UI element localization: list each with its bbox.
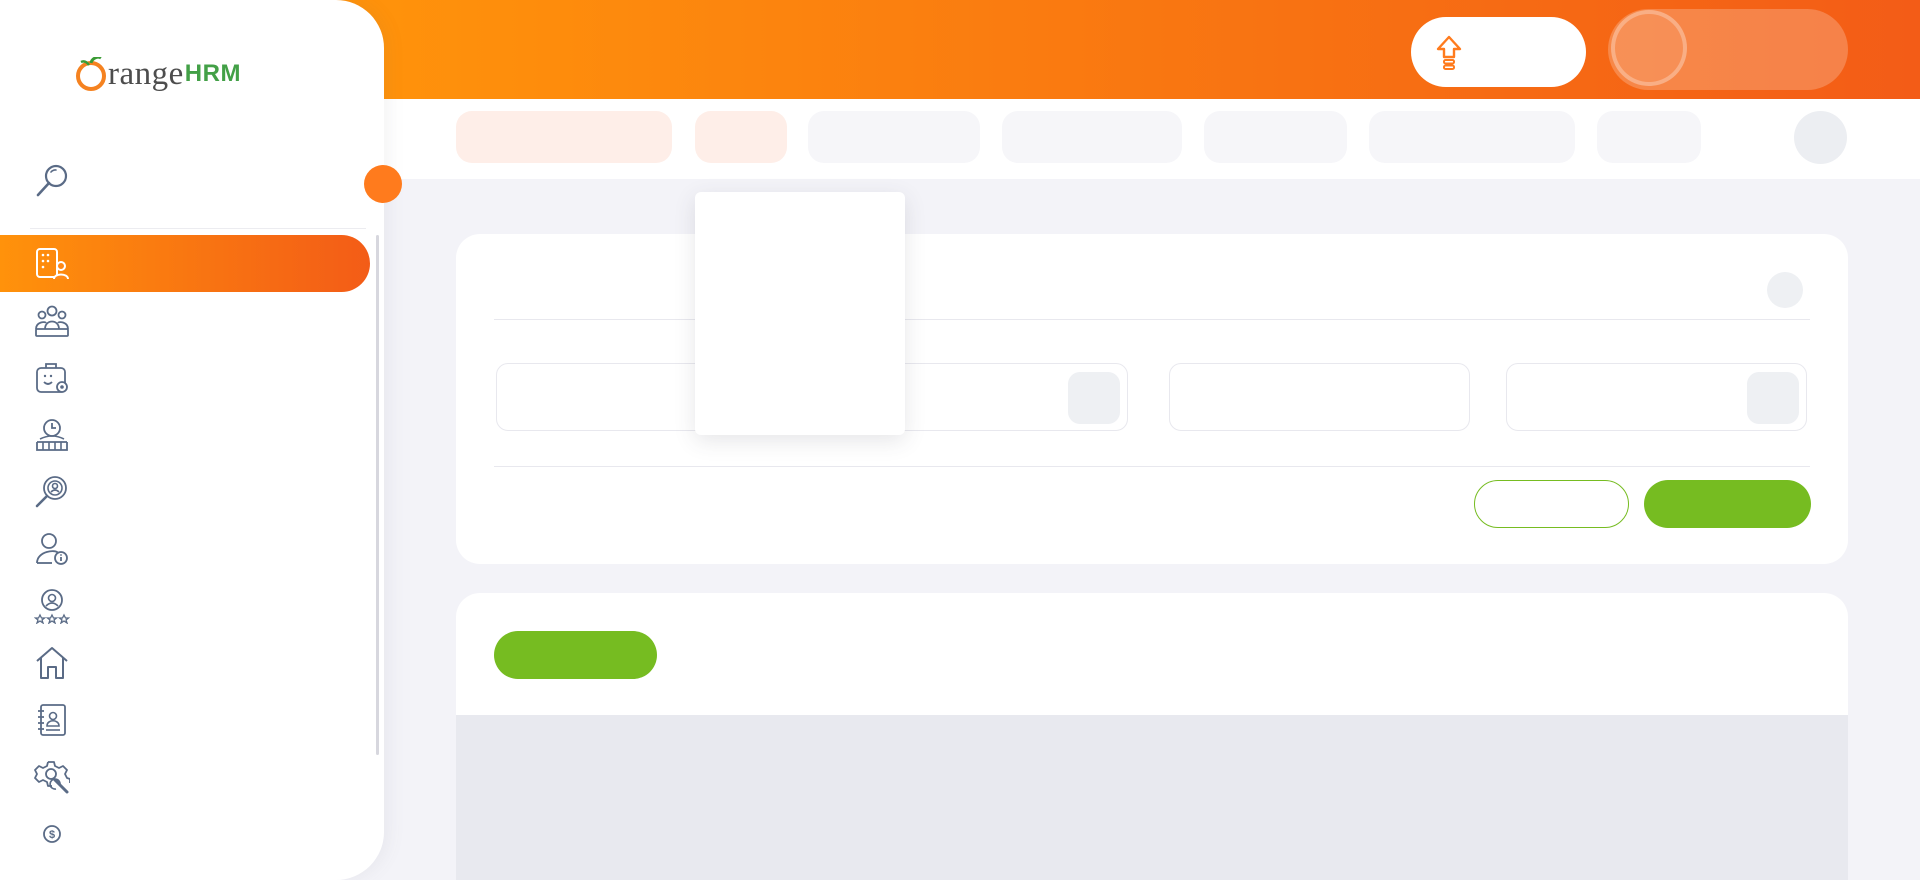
- records-table: [456, 715, 1848, 880]
- maintenance-icon: [34, 760, 70, 793]
- tab-6[interactable]: [1369, 111, 1575, 163]
- buzz-icon: $: [43, 824, 61, 843]
- directory-icon: [38, 703, 66, 736]
- tab-4[interactable]: [1002, 111, 1182, 163]
- brand-name: range: [108, 55, 184, 92]
- tab-1[interactable]: [456, 111, 672, 163]
- sidebar-item-admin[interactable]: [0, 235, 370, 292]
- time-icon: [36, 418, 68, 451]
- tab-5[interactable]: [1204, 111, 1347, 163]
- add-button[interactable]: [494, 631, 657, 679]
- filter-card-divider-bottom: [494, 466, 1810, 467]
- sidebar-item-directory[interactable]: [0, 691, 370, 748]
- svg-text:$: $: [49, 829, 55, 841]
- sidebar-item-performance[interactable]: [0, 577, 370, 634]
- user-avatar[interactable]: [1611, 10, 1687, 86]
- sidebar-item-time[interactable]: [0, 406, 370, 463]
- tab-2[interactable]: [695, 111, 787, 163]
- filter-field-3[interactable]: [1169, 363, 1470, 431]
- filter-field-2-dropdown-button[interactable]: [1068, 372, 1120, 424]
- tab-7[interactable]: [1597, 111, 1701, 163]
- tab-3[interactable]: [808, 111, 980, 163]
- reset-button[interactable]: [1474, 480, 1629, 528]
- admin-icon: [36, 247, 69, 279]
- sidebar: range HRM $: [0, 0, 384, 880]
- pim-icon: [35, 305, 69, 337]
- search-button[interactable]: [1644, 480, 1811, 528]
- filter-toggle-button[interactable]: [1767, 272, 1803, 308]
- upgrade-arrow-icon: [1436, 35, 1462, 70]
- filter-card: [456, 234, 1848, 564]
- sidebar-collapse-button[interactable]: [364, 165, 402, 203]
- sidebar-scrollbar[interactable]: [376, 235, 379, 755]
- sidebar-item-recruitment[interactable]: [0, 463, 370, 520]
- results-card: [456, 593, 1848, 880]
- brand-logo[interactable]: range HRM: [74, 48, 241, 100]
- sidebar-item-maintenance[interactable]: [0, 748, 370, 805]
- sidebar-item-leave[interactable]: [0, 349, 370, 406]
- dashboard-icon: [36, 646, 68, 679]
- performance-icon: [34, 588, 70, 624]
- sidebar-item-pim[interactable]: [0, 292, 370, 349]
- recruitment-icon: [35, 475, 67, 507]
- filter-field-4[interactable]: [1506, 363, 1807, 431]
- help-button[interactable]: [1794, 111, 1847, 164]
- nav-dropdown-menu[interactable]: [695, 192, 905, 435]
- search-icon: [36, 164, 68, 197]
- sidebar-divider: [30, 228, 366, 229]
- brand-name-suffix: HRM: [184, 60, 241, 87]
- leave-icon: [36, 362, 68, 393]
- sidebar-item-buzz[interactable]: $: [0, 805, 370, 862]
- upgrade-button[interactable]: [1411, 17, 1586, 87]
- filter-field-4-dropdown-button[interactable]: [1747, 372, 1799, 424]
- top-nav-bar: [384, 99, 1920, 179]
- orange-logo-icon: [76, 57, 106, 91]
- sidebar-item-my-info[interactable]: [0, 520, 370, 577]
- filter-card-divider-top: [494, 319, 1810, 320]
- sidebar-item-dashboard[interactable]: [0, 634, 370, 691]
- sidebar-search[interactable]: [34, 163, 74, 203]
- my-info-icon: [36, 532, 68, 565]
